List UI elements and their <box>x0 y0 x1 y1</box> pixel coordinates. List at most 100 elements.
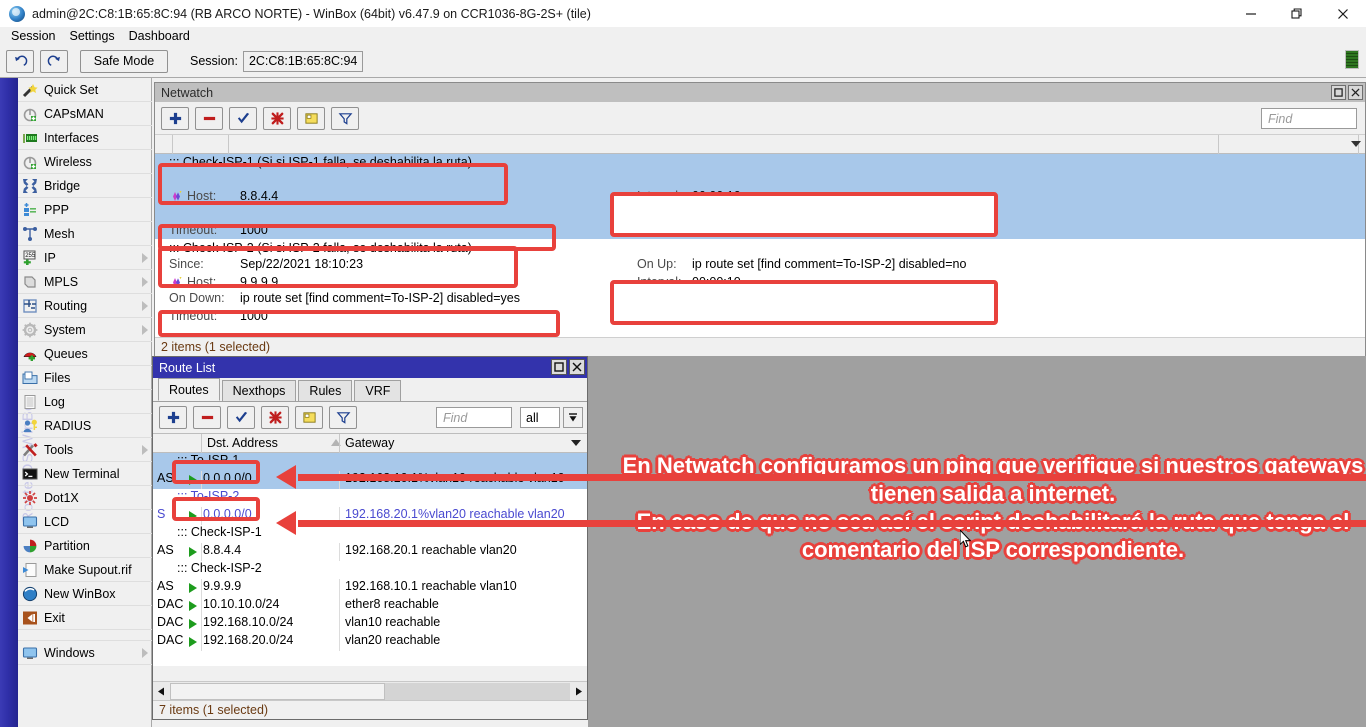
hscroll-track[interactable] <box>385 683 570 700</box>
netwatch-entry[interactable]: ::: Check-ISP-1 (Si si ISP-1 falla, se d… <box>155 154 1365 239</box>
chevron-down-icon[interactable] <box>571 440 581 446</box>
sidebar-item-routing[interactable]: Routing <box>18 294 152 318</box>
bridge-icon <box>22 178 38 194</box>
route-active-arrow-icon <box>189 547 197 557</box>
chevron-down-icon[interactable] <box>1351 141 1361 147</box>
tab-rules[interactable]: Rules <box>298 380 352 401</box>
sidebar-item-lcd[interactable]: LCD <box>18 510 152 534</box>
sidebar-item-interfaces[interactable]: Interfaces <box>18 126 152 150</box>
sidebar-item-partition[interactable]: Partition <box>18 534 152 558</box>
table-row[interactable]: DAC192.168.10.0/24vlan10 reachable <box>153 615 587 633</box>
sidebar-item-queues[interactable]: Queues <box>18 342 152 366</box>
comment-icon[interactable] <box>295 406 323 429</box>
sidebar-item-mpls[interactable]: MPLS <box>18 270 152 294</box>
enable-icon[interactable] <box>227 406 255 429</box>
table-row[interactable]: DAC10.10.10.0/24ether8 reachable <box>153 597 587 615</box>
sidebar-item-dot1x[interactable]: Dot1X <box>18 486 152 510</box>
sidebar-item-label: New WinBox <box>44 587 116 601</box>
sidebar-item-tools[interactable]: Tools <box>18 438 152 462</box>
safe-mode-button[interactable]: Safe Mode <box>80 50 168 73</box>
sidebar-item-files[interactable]: Files <box>18 366 152 390</box>
column-divider <box>201 615 202 633</box>
route-flags: DAC <box>157 633 183 647</box>
scroll-right-icon[interactable] <box>570 683 587 700</box>
radius-icon <box>22 418 38 434</box>
main-toolbar: Safe Mode Session: 2C:C8:1B:65:8C:94 <box>0 45 1366 78</box>
sidebar-item-label: Exit <box>44 611 65 625</box>
sidebar-item-ppp[interactable]: PPP <box>18 198 152 222</box>
sidebar-item-ip[interactable]: 255IP <box>18 246 152 270</box>
resource-meter-icon <box>1345 50 1359 69</box>
table-row[interactable]: ::: To-ISP-2 <box>153 489 587 507</box>
tab-vrf[interactable]: VRF <box>354 380 401 401</box>
table-row[interactable]: S0.0.0.0/0192.168.20.1%vlan20 reachable … <box>153 507 587 525</box>
column-dst-address[interactable]: Dst. Address <box>207 436 278 450</box>
route-list-close-icon[interactable] <box>569 359 585 375</box>
redo-icon[interactable] <box>40 50 68 73</box>
table-row[interactable]: AS9.9.9.9192.168.10.1 reachable vlan10 <box>153 579 587 597</box>
sidebar-item-make-supout-rif[interactable]: Make Supout.rif <box>18 558 152 582</box>
sidebar-item-quick-set[interactable]: Quick Set <box>18 78 152 102</box>
disable-icon[interactable] <box>261 406 289 429</box>
sidebar-item-mesh[interactable]: Mesh <box>18 222 152 246</box>
sidebar-item-windows[interactable]: Windows <box>18 641 152 665</box>
netwatch-window: Netwatch <box>154 82 1366 357</box>
table-row[interactable]: AS0.0.0.0/0192.168.10.1%vlan10 reachable… <box>153 471 587 489</box>
comment-icon[interactable] <box>297 107 325 130</box>
table-row[interactable]: ::: To-ISP-1 <box>153 453 587 471</box>
route-flags: DAC <box>157 597 183 611</box>
filter-icon[interactable] <box>329 406 357 429</box>
sidebar-item-wireless[interactable]: Wireless <box>18 150 152 174</box>
netwatch-interval-value: 00:00:10 <box>692 274 741 291</box>
remove-icon[interactable] <box>195 107 223 130</box>
route-active-arrow-icon <box>189 619 197 629</box>
route-list-hscrollbar[interactable] <box>153 681 587 700</box>
table-row[interactable]: DAC192.168.20.0/24vlan20 reachable <box>153 633 587 651</box>
sidebar-item-bridge[interactable]: Bridge <box>18 174 152 198</box>
table-row[interactable]: ::: Check-ISP-2 <box>153 561 587 579</box>
route-list-restore-icon[interactable] <box>551 359 567 375</box>
netwatch-entry[interactable]: ::: Check-ISP-2 (Si si ISP-2 falla, se d… <box>155 240 1365 325</box>
route-list-find-input[interactable]: Find <box>436 407 512 428</box>
remove-icon[interactable] <box>193 406 221 429</box>
sidebar-item-system[interactable]: System <box>18 318 152 342</box>
sidebar-item-capsman[interactable]: CAPsMAN <box>18 102 152 126</box>
route-list-filter-select[interactable]: all <box>520 407 560 428</box>
netwatch-restore-icon[interactable] <box>1331 85 1346 100</box>
route-active-arrow-icon <box>189 475 197 485</box>
hscroll-thumb[interactable] <box>170 683 385 700</box>
tab-routes[interactable]: Routes <box>158 378 220 401</box>
sidebar-item-log[interactable]: Log <box>18 390 152 414</box>
undo-icon[interactable] <box>6 50 34 73</box>
menu-dashboard[interactable]: Dashboard <box>122 28 197 44</box>
column-divider <box>201 633 202 651</box>
routing-icon <box>22 298 38 314</box>
table-row[interactable]: ::: Check-ISP-1 <box>153 525 587 543</box>
route-list-filter-dropdown-icon[interactable] <box>563 407 583 428</box>
netwatch-find-input[interactable]: Find <box>1261 108 1357 129</box>
filter-icon[interactable] <box>331 107 359 130</box>
sidebar-item-new-terminal[interactable]: New Terminal <box>18 462 152 486</box>
menu-session[interactable]: Session <box>4 28 62 44</box>
disable-icon[interactable] <box>263 107 291 130</box>
column-divider <box>201 579 202 597</box>
tab-nexthops[interactable]: Nexthops <box>222 380 297 401</box>
netwatch-close-icon[interactable] <box>1348 85 1363 100</box>
scroll-left-icon[interactable] <box>153 683 170 700</box>
add-icon[interactable] <box>161 107 189 130</box>
enable-icon[interactable] <box>229 107 257 130</box>
sidebar-item-label: Dot1X <box>44 491 79 505</box>
table-row[interactable]: AS8.8.4.4192.168.20.1 reachable vlan20 <box>153 543 587 561</box>
sidebar-item-new-winbox[interactable]: New WinBox <box>18 582 152 606</box>
sidebar-item-radius[interactable]: RADIUS <box>18 414 152 438</box>
route-flags: DAC <box>157 615 183 629</box>
menu-settings[interactable]: Settings <box>62 28 121 44</box>
restore-icon[interactable] <box>1274 0 1320 27</box>
add-icon[interactable] <box>159 406 187 429</box>
close-icon[interactable] <box>1320 0 1366 27</box>
netwatch-column-header <box>155 135 1365 154</box>
session-input[interactable]: 2C:C8:1B:65:8C:94 <box>243 51 363 72</box>
sidebar-item-exit[interactable]: Exit <box>18 606 152 630</box>
minimize-icon[interactable] <box>1228 0 1274 27</box>
column-gateway[interactable]: Gateway <box>345 436 394 450</box>
